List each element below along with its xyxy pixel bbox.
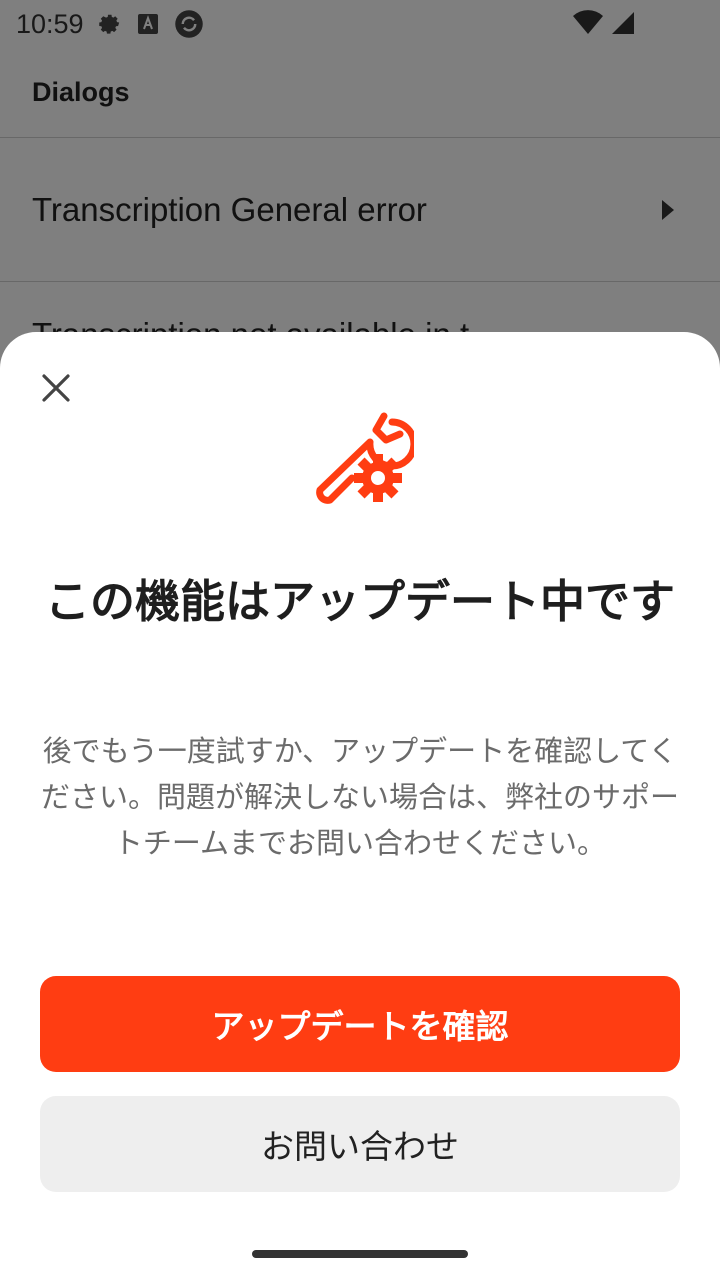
contact-us-button[interactable]: お問い合わせ [40, 1096, 680, 1192]
close-button[interactable] [30, 362, 82, 414]
close-icon [42, 374, 70, 402]
bottom-sheet-dialog: この機能はアップデート中です 後でもう一度試すか、アップデートを確認してください… [0, 332, 720, 1280]
screen: 10:59 [0, 0, 720, 1280]
dialog-message: 後でもう一度試すか、アップデートを確認してください。問題が解決しない場合は、弊社… [40, 734, 679, 860]
home-indicator[interactable] [252, 1250, 468, 1258]
wrench-gear-icon [306, 408, 418, 508]
dialog-title: この機能はアップデート中です [44, 575, 675, 628]
check-update-button[interactable]: アップデートを確認 [40, 976, 680, 1072]
